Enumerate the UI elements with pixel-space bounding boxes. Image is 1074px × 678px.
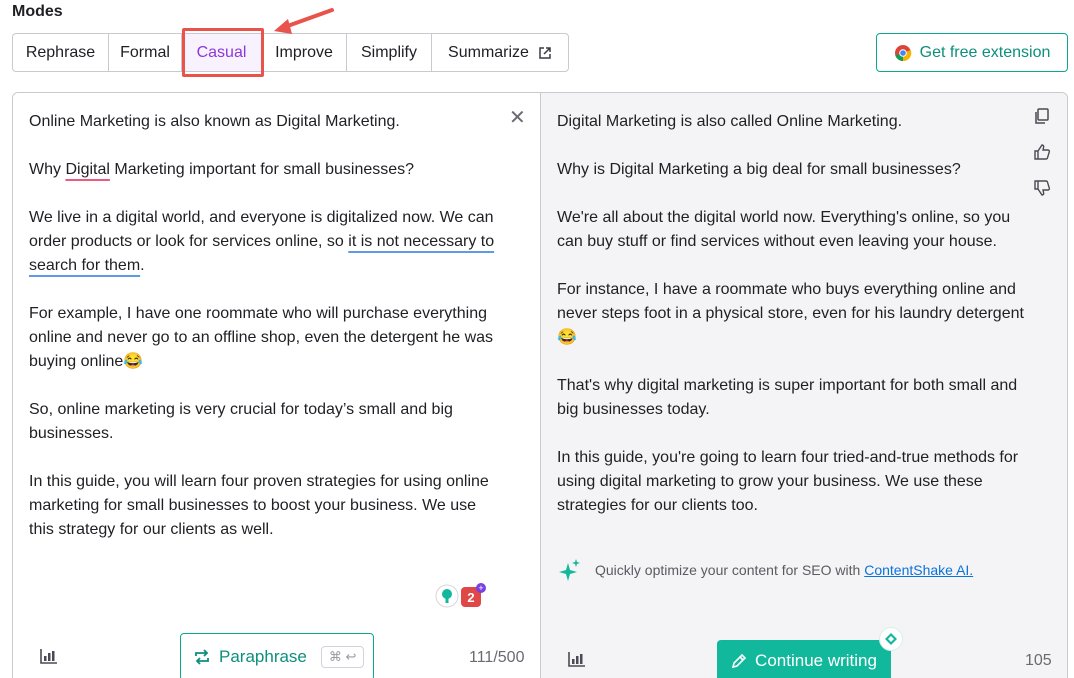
output-paragraph-2: Why is Digital Marketing a big deal for … (557, 161, 961, 178)
tab-improve[interactable]: Improve (262, 34, 347, 71)
get-extension-button[interactable]: Get free extension (876, 33, 1068, 72)
modes-title: Modes (12, 3, 63, 20)
input-text-segment: . (140, 257, 145, 274)
shortcut-hint: ⌘ ↩ (320, 646, 365, 668)
output-word-count: 105 (1025, 652, 1052, 669)
input-text[interactable]: Online Marketing is also known as Digita… (29, 110, 499, 566)
thumbs-up-icon[interactable] (1033, 143, 1051, 161)
pencil-icon (731, 653, 747, 669)
annotation-arrow-icon (274, 8, 334, 34)
seo-promo-label: Quickly optimize your content for SEO wi… (595, 562, 865, 578)
statistics-icon[interactable] (568, 651, 586, 667)
output-paragraph-1: Digital Marketing is also called Online … (557, 113, 903, 130)
ai-assistant-icon[interactable] (879, 627, 903, 651)
input-paragraph-5: So, online marketing is very crucial for… (29, 401, 453, 442)
input-text-segment: Why (29, 161, 66, 178)
input-paragraph-3: We live in a digital world, and everyone… (29, 206, 499, 278)
svg-text:+: + (478, 583, 483, 593)
chrome-icon (894, 44, 911, 61)
tab-simplify[interactable]: Simplify (347, 34, 432, 71)
input-paragraph-2: Why Digital Marketing important for smal… (29, 158, 499, 182)
external-link-icon (539, 46, 551, 59)
mode-tabs: Rephrase Formal Casual Improve Simplify … (12, 33, 569, 72)
diamond-sparkle-icon (885, 633, 897, 645)
get-extension-label: Get free extension (919, 43, 1051, 61)
annotation-highlight-box (182, 28, 264, 77)
grammar-check-badge-icon[interactable]: + 2 (433, 583, 487, 609)
paraphrase-icon (195, 649, 209, 665)
badge-count: 2 (467, 590, 474, 605)
output-actions (1033, 107, 1051, 197)
tab-rephrase[interactable]: Rephrase (13, 34, 109, 71)
input-paragraph-4: For example, I have one roommate who wil… (29, 305, 494, 370)
output-pane: Digital Marketing is also called Online … (541, 93, 1067, 678)
input-text-segment: Marketing important for small businesses… (109, 161, 415, 178)
input-paragraph-6: In this guide, you will learn four prove… (29, 473, 489, 538)
output-paragraph-6: In this guide, you're going to learn fou… (557, 449, 1019, 514)
tab-summarize[interactable]: Summarize (432, 34, 568, 71)
editor: Online Marketing is also known as Digita… (12, 92, 1068, 678)
continue-writing-label: Continue writing (755, 651, 877, 670)
input-pane: Online Marketing is also known as Digita… (13, 93, 541, 678)
copy-icon[interactable] (1033, 107, 1051, 125)
output-paragraph-3: We're all about the digital world now. E… (557, 209, 1011, 250)
thumbs-down-icon[interactable] (1033, 179, 1051, 197)
input-character-count: 111/500 (469, 649, 525, 666)
contentshake-link[interactable]: ContentShake AI. (864, 562, 973, 578)
tab-formal[interactable]: Formal (109, 34, 182, 71)
clear-input-close-icon[interactable]: ✕ (509, 105, 526, 130)
seo-promo-text: Quickly optimize your content for SEO wi… (595, 562, 973, 578)
statistics-icon[interactable] (40, 648, 58, 664)
output-paragraph-5: That's why digital marketing is super im… (557, 377, 1018, 418)
continue-writing-button[interactable]: Continue writing (717, 640, 891, 678)
paraphrase-button[interactable]: Paraphrase ⌘ ↩ (180, 633, 374, 678)
spelling-suggestion[interactable]: Digital (65, 161, 109, 178)
sparkle-icon (559, 559, 580, 581)
output-text: Digital Marketing is also called Online … (557, 110, 1027, 542)
paraphrase-label: Paraphrase (219, 647, 307, 666)
input-paragraph-1: Online Marketing is also known as Digita… (29, 113, 400, 130)
tab-summarize-label: Summarize (448, 43, 529, 61)
output-paragraph-4: For instance, I have a roommate who buys… (557, 281, 1024, 346)
seo-promo: Quickly optimize your content for SEO wi… (559, 559, 973, 581)
